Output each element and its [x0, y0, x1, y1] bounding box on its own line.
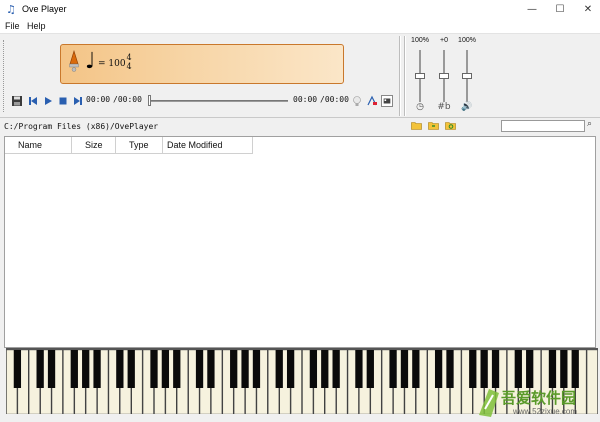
black-key[interactable]: [469, 350, 477, 388]
black-key[interactable]: [434, 350, 443, 388]
black-key[interactable]: [286, 350, 295, 388]
volume-level-label: 100%: [458, 37, 476, 44]
watermark-url: www.52zixue.com: [513, 407, 578, 416]
black-key[interactable]: [571, 350, 579, 388]
black-key[interactable]: [127, 350, 135, 388]
tempo-value: = 100: [98, 59, 126, 69]
black-key[interactable]: [70, 350, 78, 388]
column-header-type[interactable]: Type: [116, 137, 163, 154]
elapsed-time-right: 00:00: [293, 95, 318, 104]
seek-track[interactable]: [148, 100, 288, 102]
total-time: /00:00: [113, 95, 142, 104]
black-key[interactable]: [332, 350, 340, 388]
black-key[interactable]: [13, 350, 22, 388]
time-signature: 4 4: [125, 53, 133, 71]
column-header-date-modified[interactable]: Date Modified: [163, 137, 253, 154]
watermark-text: 吾爱软件园: [501, 389, 577, 407]
folder-refresh-icon[interactable]: [445, 121, 456, 130]
search-input[interactable]: [501, 120, 585, 132]
previous-icon[interactable]: [27, 95, 39, 107]
toolbar-grip[interactable]: [3, 40, 5, 112]
menu-help[interactable]: Help: [27, 21, 46, 31]
folder-open-icon[interactable]: [428, 121, 439, 130]
black-key[interactable]: [195, 350, 204, 388]
pitch-slider-thumb[interactable]: [439, 73, 449, 79]
toolbar-separator: [404, 36, 406, 116]
quarter-note-icon: ♩: [85, 49, 96, 74]
black-key[interactable]: [82, 350, 90, 388]
time-signature-bottom: 4: [126, 62, 132, 71]
black-key[interactable]: [161, 350, 170, 388]
volume-speaker-icon: 🔊: [461, 102, 473, 112]
folder-up-icon[interactable]: [411, 121, 422, 130]
music-note-icon: ♫: [6, 3, 16, 16]
column-header-size[interactable]: Size: [72, 137, 116, 154]
black-key[interactable]: [548, 350, 557, 388]
score-mode-icon[interactable]: [366, 95, 378, 107]
black-key[interactable]: [241, 350, 249, 388]
volume-slider-thumb[interactable]: [462, 73, 472, 79]
column-header-name[interactable]: Name: [5, 137, 72, 154]
save-icon[interactable]: [11, 95, 23, 107]
black-key[interactable]: [309, 350, 318, 388]
total-time-right: /00:00: [320, 95, 349, 104]
black-key[interactable]: [36, 350, 44, 388]
path-bar: C:/Program Files (x86)/OvePlayer ⌕: [0, 118, 600, 135]
stop-icon[interactable]: [57, 95, 69, 107]
file-list[interactable]: Name Size Type Date Modified: [4, 136, 596, 348]
black-key[interactable]: [321, 350, 329, 388]
black-key[interactable]: [252, 350, 261, 388]
close-button[interactable]: ✕: [574, 0, 600, 19]
minimize-button[interactable]: —: [518, 0, 546, 19]
black-key[interactable]: [560, 350, 568, 388]
black-key[interactable]: [150, 350, 158, 388]
elapsed-time: 00:00: [86, 95, 111, 104]
black-key[interactable]: [480, 350, 488, 388]
black-key[interactable]: [207, 350, 215, 388]
black-key[interactable]: [389, 350, 397, 388]
time-signature-top: 4: [126, 53, 132, 62]
black-key[interactable]: [275, 350, 283, 388]
black-key[interactable]: [116, 350, 124, 388]
speed-clock-icon: ◷: [416, 102, 424, 112]
speed-level-label: 100%: [411, 37, 429, 44]
score-display: ♩ = 100 4 4: [60, 44, 344, 84]
black-key[interactable]: [173, 350, 181, 388]
toolbar-separator: [399, 36, 401, 116]
black-key[interactable]: [514, 350, 522, 388]
player-toolbar: ♩ = 100 4 4 00:00 /00:00 00:00 /00:00 10…: [0, 34, 600, 118]
black-key[interactable]: [355, 350, 363, 388]
black-key[interactable]: [400, 350, 409, 388]
maximize-button[interactable]: ☐: [546, 0, 574, 19]
black-key[interactable]: [230, 350, 238, 388]
pitch-level-label: +0: [440, 37, 448, 44]
search-icon[interactable]: ⌕: [587, 119, 592, 129]
menu-file[interactable]: File: [5, 21, 20, 31]
black-key[interactable]: [446, 350, 454, 388]
next-icon[interactable]: [72, 95, 84, 107]
current-path: C:/Program Files (x86)/OvePlayer: [4, 122, 159, 131]
black-key[interactable]: [412, 350, 420, 388]
black-key[interactable]: [491, 350, 500, 388]
menu-bar: File Help: [0, 19, 600, 34]
metronome-icon[interactable]: [68, 50, 80, 72]
keyboard-view-icon[interactable]: [381, 95, 393, 107]
window-title: Ove Player: [22, 4, 67, 14]
site-watermark: 吾爱软件园 www.52zixue.com: [475, 385, 597, 419]
title-bar: ♫ Ove Player — ☐ ✕: [0, 0, 600, 19]
black-key[interactable]: [526, 350, 534, 388]
seek-thumb[interactable]: [148, 95, 151, 106]
black-key[interactable]: [93, 350, 101, 388]
pitch-sharp-flat-icon: #b: [437, 102, 451, 112]
black-key[interactable]: [366, 350, 374, 388]
lightbulb-icon[interactable]: [351, 95, 363, 107]
black-key[interactable]: [47, 350, 56, 388]
play-icon[interactable]: [42, 95, 54, 107]
speed-slider-thumb[interactable]: [415, 73, 425, 79]
